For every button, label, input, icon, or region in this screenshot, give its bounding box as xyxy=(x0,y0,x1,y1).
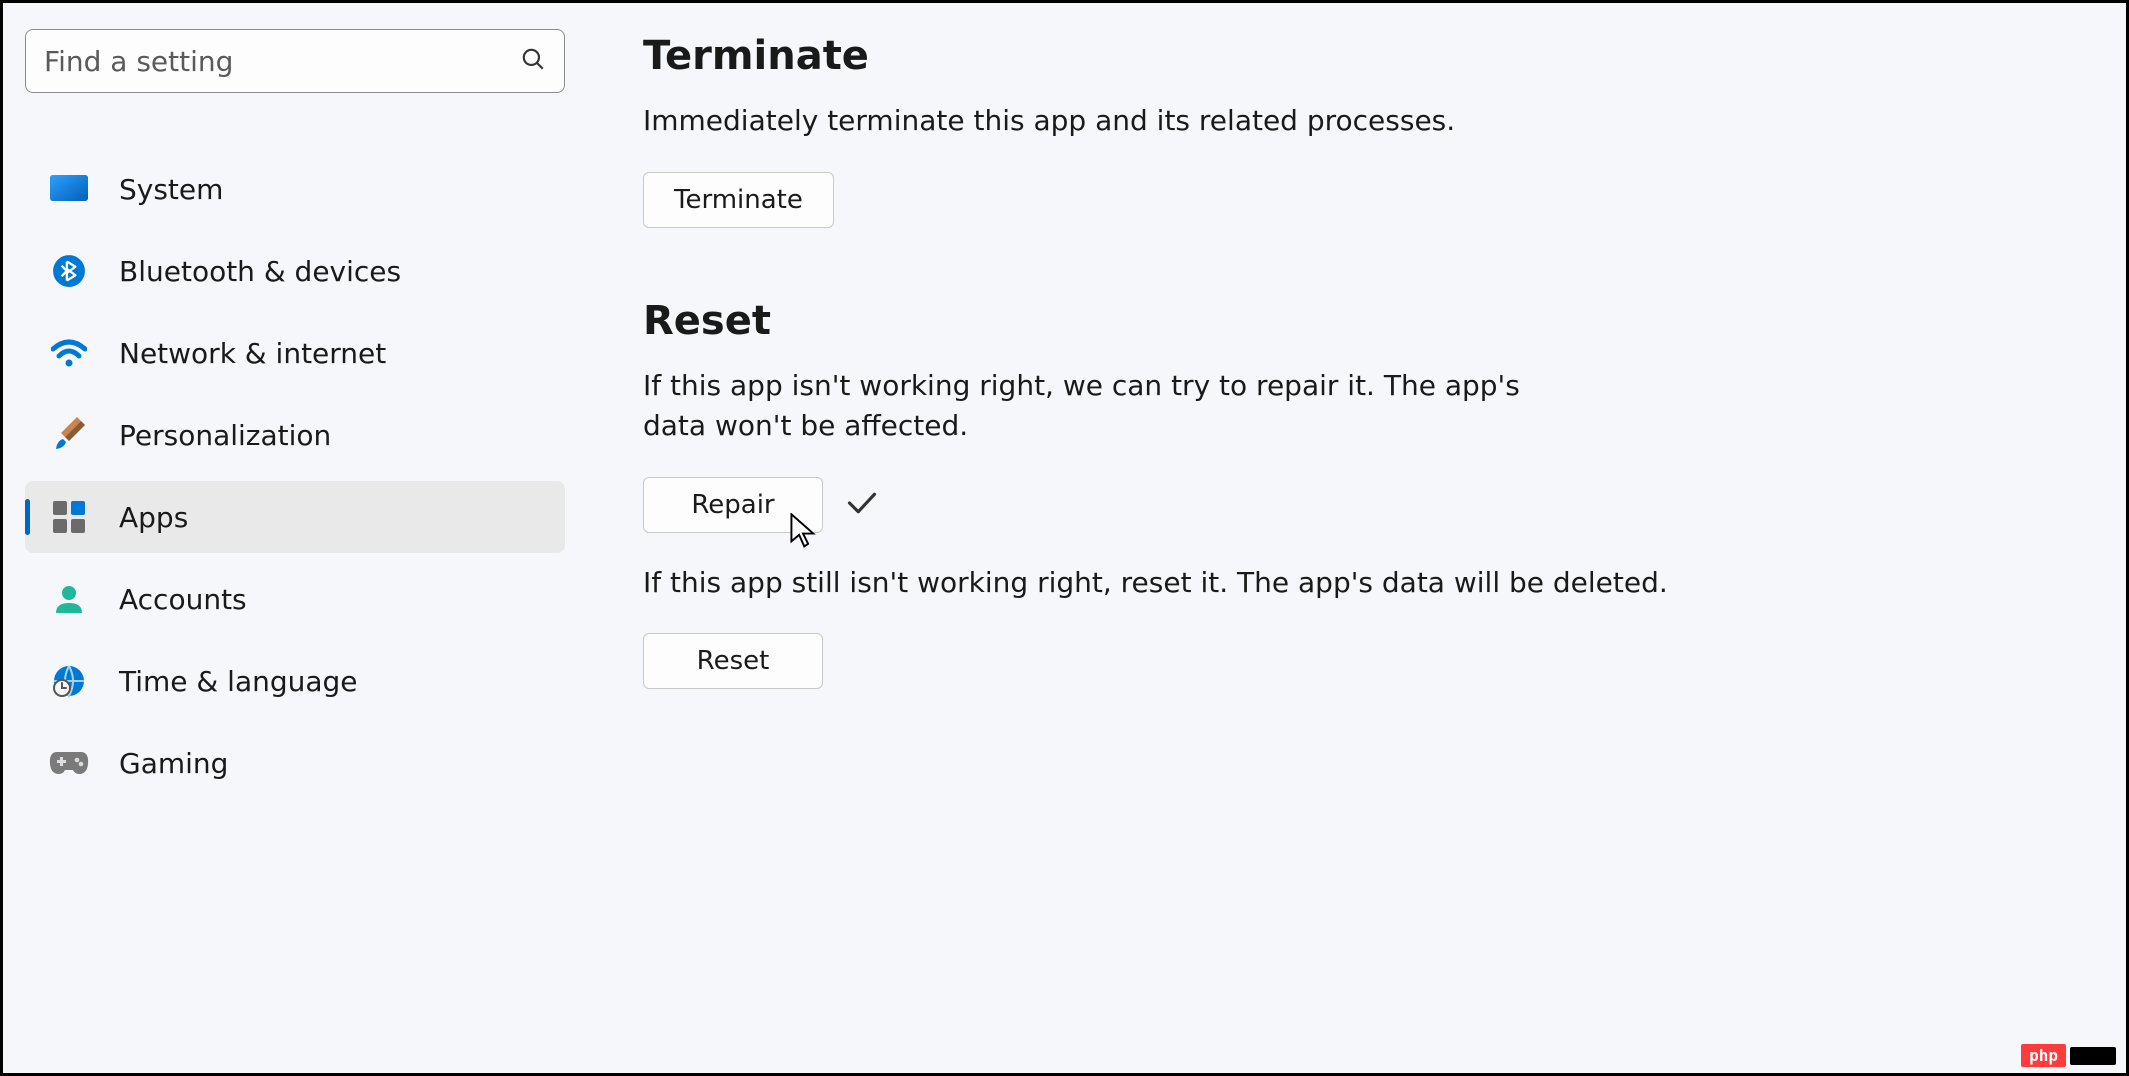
watermark-strip xyxy=(2070,1047,2116,1065)
sidebar-item-system[interactable]: System xyxy=(25,153,565,225)
repair-row: Repair xyxy=(643,477,2086,533)
content-pane: Terminate Immediately terminate this app… xyxy=(583,3,2126,1073)
sidebar-item-bluetooth[interactable]: Bluetooth & devices xyxy=(25,235,565,307)
sidebar-item-label: Apps xyxy=(119,501,188,534)
sidebar-item-label: Time & language xyxy=(119,665,358,698)
sidebar-item-label: Personalization xyxy=(119,419,331,452)
check-icon xyxy=(847,491,877,519)
reset-button[interactable]: Reset xyxy=(643,633,823,689)
reset-description: If this app still isn't working right, r… xyxy=(643,563,2086,604)
watermark-text: php xyxy=(2021,1044,2066,1067)
person-icon xyxy=(47,577,91,621)
sidebar-nav: System Bluetooth & devices xyxy=(25,153,565,799)
globe-icon xyxy=(47,659,91,703)
search-input[interactable] xyxy=(44,45,520,78)
reset-heading: Reset xyxy=(643,298,2086,344)
watermark: php xyxy=(2021,1044,2116,1067)
terminate-heading: Terminate xyxy=(643,33,2086,79)
apps-icon xyxy=(47,495,91,539)
repair-description: If this app isn't working right, we can … xyxy=(643,366,1543,447)
sidebar-item-personalization[interactable]: Personalization xyxy=(25,399,565,471)
sidebar-item-time[interactable]: Time & language xyxy=(25,645,565,717)
sidebar-item-accounts[interactable]: Accounts xyxy=(25,563,565,635)
sidebar: System Bluetooth & devices xyxy=(3,3,583,1073)
bluetooth-icon xyxy=(47,249,91,293)
sidebar-item-label: Accounts xyxy=(119,583,247,616)
wifi-icon xyxy=(47,331,91,375)
sidebar-item-gaming[interactable]: Gaming xyxy=(25,727,565,799)
search-box[interactable] xyxy=(25,29,565,93)
gamepad-icon xyxy=(47,741,91,785)
terminate-description: Immediately terminate this app and its r… xyxy=(643,101,1543,142)
monitor-icon xyxy=(47,167,91,211)
sidebar-item-label: Gaming xyxy=(119,747,228,780)
settings-window: System Bluetooth & devices xyxy=(0,0,2129,1076)
sidebar-item-label: Bluetooth & devices xyxy=(119,255,401,288)
brush-icon xyxy=(47,413,91,457)
reset-section: Reset If this app isn't working right, w… xyxy=(643,298,2086,690)
sidebar-item-network[interactable]: Network & internet xyxy=(25,317,565,389)
repair-button[interactable]: Repair xyxy=(643,477,823,533)
search-icon xyxy=(520,46,546,76)
terminate-section: Terminate Immediately terminate this app… xyxy=(643,33,2086,228)
sidebar-item-apps[interactable]: Apps xyxy=(25,481,565,553)
sidebar-item-label: System xyxy=(119,173,223,206)
sidebar-item-label: Network & internet xyxy=(119,337,386,370)
terminate-button[interactable]: Terminate xyxy=(643,172,834,228)
